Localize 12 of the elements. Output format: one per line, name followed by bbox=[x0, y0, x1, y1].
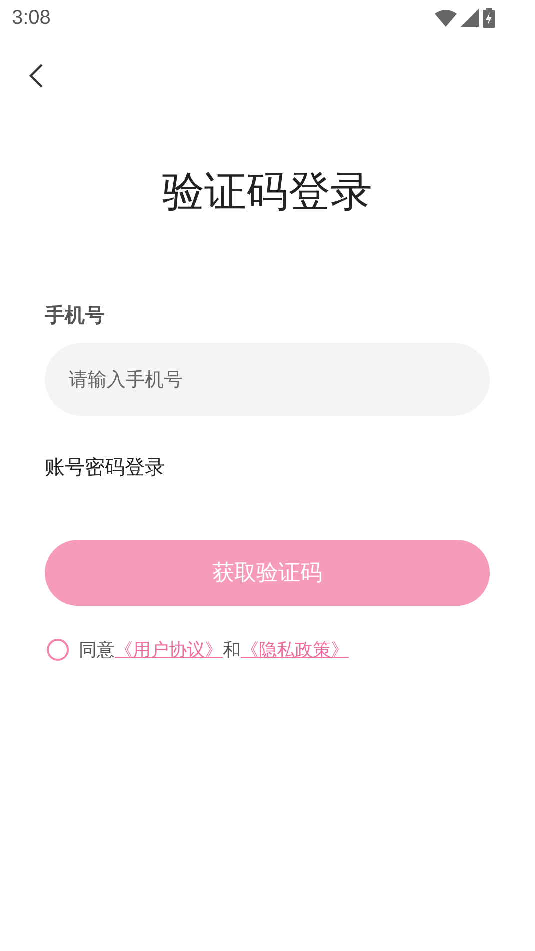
privacy-policy-link[interactable]: 《隐私政策》 bbox=[241, 640, 349, 661]
agree-checkbox[interactable] bbox=[47, 639, 69, 661]
user-agreement-link[interactable]: 《用户协议》 bbox=[115, 640, 223, 661]
wifi-icon bbox=[435, 9, 457, 27]
status-time: 3:08 bbox=[12, 6, 51, 30]
page-title: 验证码登录 bbox=[162, 166, 374, 218]
phone-input-field[interactable]: 请输入手机号 bbox=[45, 343, 490, 416]
agreement-text: 同意《用户协议》和《隐私政策》 bbox=[79, 639, 349, 662]
field-label: 手机号 bbox=[45, 302, 106, 329]
signal-icon bbox=[461, 9, 479, 27]
battery-icon bbox=[483, 8, 495, 28]
password-login-link[interactable]: 账号密码登录 bbox=[45, 454, 165, 481]
